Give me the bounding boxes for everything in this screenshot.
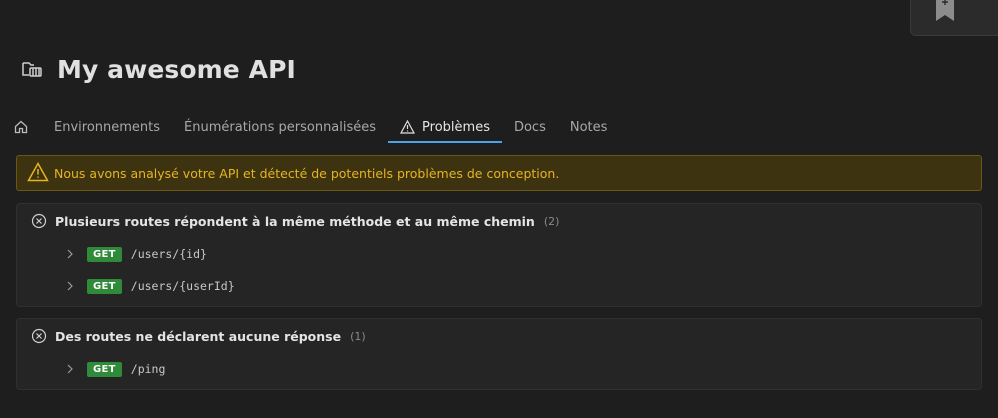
route-path: /ping — [130, 362, 166, 376]
route-path: /users/{userId} — [130, 279, 235, 293]
method-badge: GET — [87, 278, 122, 294]
tab-enumerations[interactable]: Énumérations personnalisées — [172, 110, 388, 144]
route-path: /users/{id} — [130, 247, 207, 261]
method-badge: GET — [87, 361, 122, 377]
problem-count: (2) — [543, 214, 560, 228]
error-circle-icon — [31, 213, 47, 229]
chevron-right-icon[interactable] — [63, 279, 77, 293]
route-row[interactable]: GET /users/{userId} — [17, 270, 981, 302]
api-folder-icon — [20, 57, 44, 81]
warning-icon — [27, 162, 49, 184]
floating-panel[interactable] — [910, 0, 998, 36]
problems-page: My awesome API Environnements Énumératio… — [0, 0, 998, 418]
route-row[interactable]: GET /users/{id} — [17, 238, 981, 270]
tab-label: Problèmes — [422, 119, 490, 135]
tab-label: Notes — [569, 119, 608, 135]
problem-title: Plusieurs routes répondent à la même mét… — [55, 213, 535, 229]
page-title: My awesome API — [57, 54, 296, 84]
tab-notes[interactable]: Notes — [558, 110, 620, 144]
problem-card: Des routes ne déclarent aucune réponse (… — [16, 318, 982, 390]
method-badge: GET — [87, 246, 122, 262]
error-circle-icon — [31, 328, 47, 344]
warning-icon — [400, 120, 416, 134]
route-row[interactable]: GET /ping — [17, 353, 981, 385]
chevron-right-icon[interactable] — [63, 247, 77, 261]
problem-header: Plusieurs routes répondent à la même mét… — [17, 204, 981, 238]
tab-environnements[interactable]: Environnements — [42, 110, 172, 144]
tab-label: Docs — [513, 119, 546, 135]
tab-problemes[interactable]: Problèmes — [388, 110, 502, 144]
problem-count: (1) — [350, 329, 366, 343]
chevron-right-icon[interactable] — [63, 362, 77, 376]
problem-card: Plusieurs routes répondent à la même mét… — [16, 203, 982, 307]
tab-label: Énumérations personnalisées — [184, 119, 377, 135]
page-header: My awesome API — [20, 52, 296, 86]
bookmark-icon[interactable] — [935, 0, 955, 23]
banner-text: Nous avons analysé votre API et détecté … — [54, 165, 560, 181]
tab-home[interactable] — [12, 110, 42, 144]
problem-header: Des routes ne déclarent aucune réponse (… — [17, 319, 981, 353]
tab-label: Environnements — [54, 119, 161, 135]
problem-title: Des routes ne déclarent aucune réponse — [55, 328, 342, 344]
tab-bar: Environnements Énumérations personnalisé… — [12, 110, 619, 144]
tab-docs[interactable]: Docs — [502, 110, 558, 144]
warning-banner: Nous avons analysé votre API et détecté … — [16, 155, 982, 191]
home-icon — [14, 120, 28, 134]
